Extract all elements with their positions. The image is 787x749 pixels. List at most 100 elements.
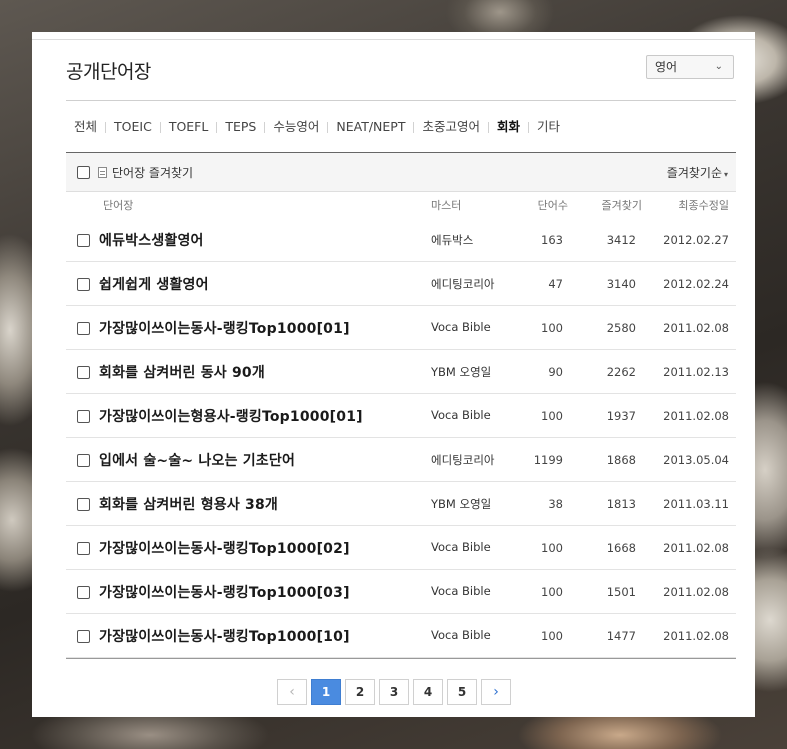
page-button[interactable]: 2: [345, 679, 375, 705]
word-count: 100: [541, 321, 563, 335]
category-tab[interactable]: TOEFL: [161, 119, 217, 135]
updated-date: 2011.03.11: [663, 497, 729, 511]
row-checkbox[interactable]: [77, 278, 90, 291]
table-row: 에듀박스생활영어 에듀박스 163 3412 2012.02.27: [66, 218, 736, 262]
row-checkbox[interactable]: [77, 586, 90, 599]
column-header-favorites: 즐겨찾기: [601, 199, 642, 212]
favorite-count: 1477: [606, 629, 636, 643]
category-tab[interactable]: NEAT/NEPT: [328, 119, 413, 135]
page-button[interactable]: 4: [413, 679, 443, 705]
row-checkbox[interactable]: [77, 630, 90, 643]
category-tab[interactable]: 회화: [489, 119, 528, 135]
wordbook-title-link[interactable]: 에듀박스생활영어: [99, 230, 204, 250]
table-header: 단어장 마스터 단어수 즐겨찾기 최종수정일: [66, 192, 736, 218]
updated-date: 2011.02.08: [663, 541, 729, 555]
wordbook-master: 에듀박스: [431, 233, 474, 247]
favorite-count: 1813: [606, 497, 636, 511]
table-row: 쉽게쉽게 생활영어 에디팅코리아 47 3140 2012.02.24: [66, 262, 736, 306]
category-tab[interactable]: 전체: [66, 119, 105, 135]
updated-date: 2011.02.08: [663, 585, 729, 599]
column-header-master: 마스터: [431, 199, 462, 212]
wordbook-master: Voca Bible: [431, 540, 491, 554]
updated-date: 2013.05.04: [663, 453, 729, 467]
favorite-count: 3412: [606, 233, 636, 247]
category-tab[interactable]: 기타: [529, 119, 568, 135]
category-tab[interactable]: 수능영어: [265, 119, 327, 135]
page-button[interactable]: 1: [311, 679, 341, 705]
wordbook-master: Voca Bible: [431, 584, 491, 598]
word-count: 100: [541, 585, 563, 599]
word-count: 90: [548, 365, 563, 379]
favorite-count: 1937: [606, 409, 636, 423]
header-divider: [66, 100, 736, 101]
wordbook-master: Voca Bible: [431, 408, 491, 422]
caret-down-icon: ▾: [723, 170, 728, 179]
table-row: 가장많이쓰이는동사-랭킹Top1000[01] Voca Bible 100 2580…: [66, 306, 736, 350]
favorite-count: 3140: [606, 277, 636, 291]
updated-date: 2011.02.08: [663, 629, 729, 643]
row-checkbox[interactable]: [77, 366, 90, 379]
wordbook-panel: 공개단어장 영어 ⌄ 전체 TOEIC TOEFL TEPS 수능영어 NEAT/NEPT…: [32, 32, 755, 717]
row-checkbox[interactable]: [77, 542, 90, 555]
wordbook-master: Voca Bible: [431, 320, 491, 334]
page-button[interactable]: 5: [447, 679, 477, 705]
sort-dropdown[interactable]: 즐겨찾기순 ▾: [667, 164, 728, 181]
column-header-updated: 최종수정일: [678, 199, 729, 212]
chevron-down-icon: ⌄: [714, 61, 723, 72]
select-all-checkbox[interactable]: [77, 166, 90, 179]
wordbook-title-link[interactable]: 가장많이쓰이는동사-랭킹Top1000[02]: [99, 538, 350, 558]
favorite-count: 2580: [606, 321, 636, 335]
table-row: 입에서 술~술~ 나오는 기초단어 에디팅코리아 1199 1868 2013.05.0…: [66, 438, 736, 482]
updated-date: 2011.02.13: [663, 365, 729, 379]
word-count: 1199: [533, 453, 563, 467]
wordbook-title-link[interactable]: 쉽게쉽게 생활영어: [99, 274, 209, 294]
wordbook-title-link[interactable]: 가장많이쓰이는동사-랭킹Top1000[10]: [99, 626, 350, 646]
panel-top-divider: [32, 39, 755, 40]
word-count: 163: [541, 233, 563, 247]
wordbook-title-link[interactable]: 가장많이쓰이는동사-랭킹Top1000[03]: [99, 582, 350, 602]
wordbook-title-link[interactable]: 회화를 삼켜버린 형용사 38개: [99, 494, 278, 514]
row-checkbox[interactable]: [77, 410, 90, 423]
add-favorite-button[interactable]: 단어장 즐겨찾기: [98, 164, 193, 181]
pagination: ‹ 1 2 3 4 5 ›: [277, 679, 511, 705]
page-button[interactable]: 3: [379, 679, 409, 705]
updated-date: 2011.02.08: [663, 321, 729, 335]
page-title: 공개단어장: [66, 61, 151, 83]
wordbook-master: Voca Bible: [431, 628, 491, 642]
wordbook-master: 에디팅코리아: [431, 277, 495, 291]
wordbook-master: 에디팅코리아: [431, 453, 495, 467]
language-select-value: 영어: [655, 60, 678, 74]
add-favorite-label: 단어장 즐겨찾기: [112, 166, 194, 180]
table-row: 회화를 삼켜버린 동사 90개 YBM 오영일 90 2262 2011.02.13: [66, 350, 736, 394]
wordbook-title-link[interactable]: 회화를 삼켜버린 동사 90개: [99, 362, 265, 382]
updated-date: 2012.02.24: [663, 277, 729, 291]
word-count: 100: [541, 409, 563, 423]
wordbook-master: YBM 오영일: [431, 365, 492, 379]
favorite-count: 1668: [606, 541, 636, 555]
language-select[interactable]: 영어 ⌄: [646, 55, 734, 79]
table-bottom-divider: [66, 658, 736, 659]
table-row: 가장많이쓰이는동사-랭킹Top1000[02] Voca Bible 100 1668…: [66, 526, 736, 570]
sort-label: 즐겨찾기순: [666, 166, 722, 180]
row-checkbox[interactable]: [77, 234, 90, 247]
table-row: 가장많이쓰이는동사-랭킹Top1000[10] Voca Bible 100 1477…: [66, 614, 736, 658]
category-tab[interactable]: TOEIC: [106, 119, 160, 135]
favorite-count: 1501: [606, 585, 636, 599]
table-row: 회화를 삼켜버린 형용사 38개 YBM 오영일 38 1813 2011.03.11: [66, 482, 736, 526]
category-tab[interactable]: TEPS: [217, 119, 264, 135]
chevron-right-icon[interactable]: ›: [481, 679, 511, 705]
row-checkbox[interactable]: [77, 498, 90, 511]
column-header-count: 단어수: [537, 199, 568, 212]
wordbook-master: YBM 오영일: [431, 497, 492, 511]
table-row: 가장많이쓰이는형용사-랭킹Top1000[01] Voca Bible 100 193…: [66, 394, 736, 438]
row-checkbox[interactable]: [77, 322, 90, 335]
wordbook-title-link[interactable]: 가장많이쓰이는동사-랭킹Top1000[01]: [99, 318, 350, 338]
wordbook-title-link[interactable]: 가장많이쓰이는형용사-랭킹Top1000[01]: [99, 406, 363, 426]
wordbook-title-link[interactable]: 입에서 술~술~ 나오는 기초단어: [99, 450, 295, 470]
column-header-title: 단어장: [103, 199, 134, 212]
row-checkbox[interactable]: [77, 454, 90, 467]
document-icon: [98, 167, 107, 178]
chevron-left-icon[interactable]: ‹: [277, 679, 307, 705]
category-tab[interactable]: 초중고영어: [414, 119, 488, 135]
category-tabs: 전체 TOEIC TOEFL TEPS 수능영어 NEAT/NEPT 초중고영어 회화 기타: [66, 118, 568, 136]
